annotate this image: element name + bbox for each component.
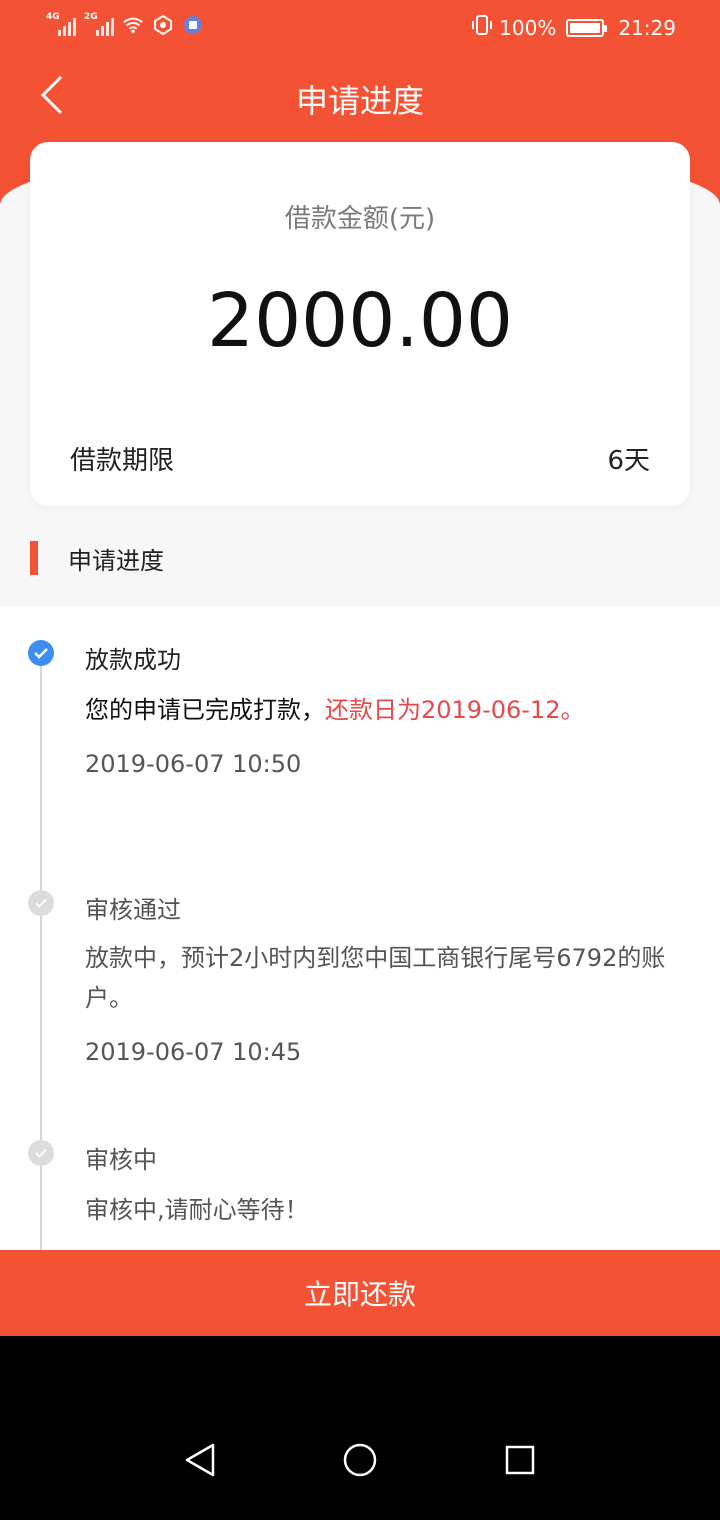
status-left: 4G 2G [46,12,204,36]
nav-home-icon[interactable] [330,1430,390,1490]
network-type-1: 4G [46,12,60,22]
check-circle-icon [28,890,54,916]
clock: 21:29 [618,15,676,40]
step-time: 2019-06-07 10:50 [85,750,302,778]
loan-summary-card: 借款金额(元) 2000.00 借款期限 6天 [30,142,690,506]
section-header: 申请进度 [30,540,164,576]
top-nav: 申请进度 [0,58,720,142]
network-type-2: 2G [84,12,98,22]
loan-amount-label: 借款金额(元) [284,204,436,234]
step-time: 2019-06-07 10:45 [85,1038,302,1066]
loan-term-value: 6天 [607,446,650,476]
repay-now-button[interactable]: 立即还款 [0,1250,720,1336]
step-description: 您的申请已完成打款，还款日为2019-06-12。 [85,690,695,730]
app-notification-icon [182,14,204,36]
status-right: 100% 21:29 [471,14,676,41]
section-title: 申请进度 [68,546,164,575]
step-description: 审核中,请耐心等待！ [85,1196,309,1224]
repayment-date-text: 还款日为2019-06-12。 [325,696,585,724]
step-title: 放款成功 [85,646,181,674]
status-bar: 4G 2G 100% 21:29 [0,0,720,58]
page-title: 申请进度 [295,82,424,120]
check-circle-icon [28,640,54,666]
step-description-text: 您的申请已完成打款， [85,696,325,724]
system-nav-bar [0,1336,720,1520]
loan-term-row: 借款期限 6天 [70,440,650,477]
signal-icon: 2G [84,12,114,36]
nav-back-icon[interactable] [170,1430,230,1490]
battery-icon [566,18,608,37]
loan-amount: 2000.00 [206,278,513,364]
check-circle-icon [28,1140,54,1166]
progress-timeline: 放款成功 您的申请已完成打款，还款日为2019-06-12。 2019-06-0… [0,606,720,1250]
wifi-icon [122,14,144,36]
app-notification-icon [152,14,174,36]
loan-term-label: 借款期限 [70,446,175,476]
battery-percent: 100% [499,15,557,40]
signal-icon: 4G [46,12,76,36]
step-description: 放款中，预计2小时内到您中国工商银行尾号6792的账户。 [85,944,666,1012]
vibrate-icon [471,14,493,41]
section-accent-bar [30,541,38,575]
step-title: 审核中 [85,1146,157,1174]
nav-recent-icon[interactable] [490,1430,550,1490]
step-title: 审核通过 [85,896,181,924]
